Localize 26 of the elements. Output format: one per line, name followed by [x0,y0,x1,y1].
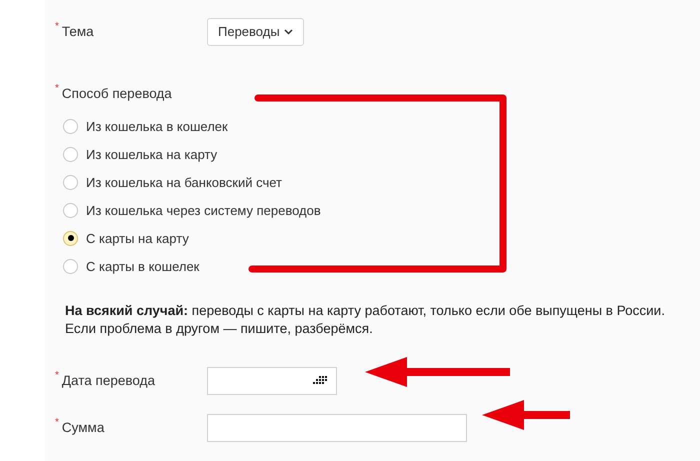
radio-label[interactable]: С карты на карту [86,228,189,248]
radio-button[interactable] [63,230,78,246]
radio-button[interactable] [63,258,78,274]
topic-dropdown[interactable]: Переводы [207,18,304,46]
field-label: Сумма [62,419,104,438]
radio-button[interactable] [63,202,78,218]
radio-label[interactable]: Из кошелька в кошелек [86,116,228,136]
radio-label[interactable]: Из кошелька на банковский счет [86,172,282,192]
field-label: Способ перевода [62,85,172,103]
radio-button[interactable] [63,174,78,190]
required-mark: * [55,418,59,428]
radio-label[interactable]: Из кошелька через систему переводов [86,200,321,220]
radio-label[interactable]: Из кошелька на карту [86,144,218,164]
chevron-down-icon [284,29,293,35]
required-mark: * [55,22,59,32]
required-mark: * [55,371,59,382]
field-label: Дата перевода [62,372,156,390]
required-mark: * [55,84,59,94]
input-field[interactable] [207,414,467,442]
date-field[interactable] [207,367,337,396]
field-label: Тема [62,22,94,41]
radio-label[interactable]: С карты в кошелек [86,256,200,276]
calendar-icon [313,376,328,386]
note-text: На всякий случай: переводы с карты на карту работают, только если обе выпущены в России. Если проблема в другом — пишите, разберёмся. [64,302,666,338]
radio-button[interactable] [63,118,78,134]
radio-button[interactable] [63,146,78,162]
